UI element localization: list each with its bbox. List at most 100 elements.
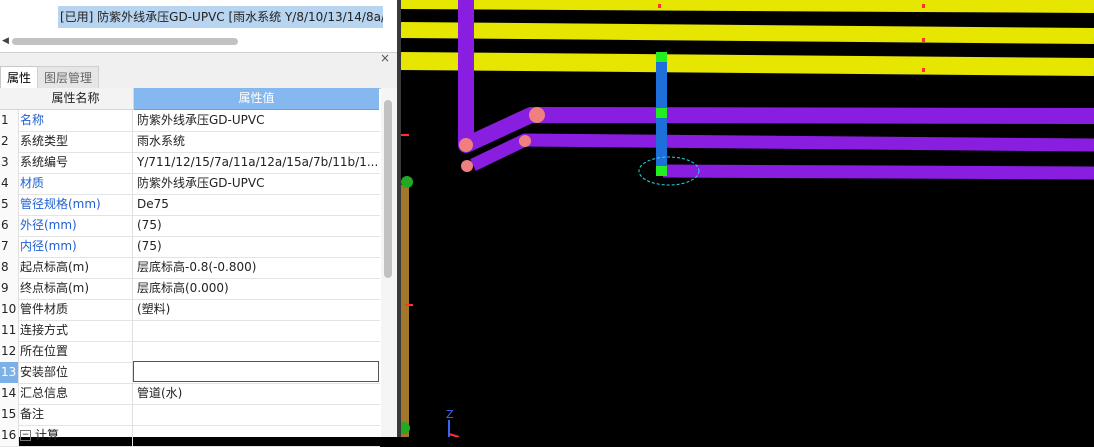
row-index: 3 (0, 152, 19, 173)
table-row[interactable]: 7 内径(mm) (75) (0, 236, 380, 258)
table-row[interactable]: 3 系统编号 Y/711/12/15/7a/11a/12a/15a/7b/11b/1… (0, 152, 380, 174)
property-value[interactable]: (75) (137, 236, 379, 257)
row-index: 4 (0, 173, 19, 194)
marker (922, 68, 925, 72)
scroll-left-icon[interactable]: ◀ (2, 35, 9, 47)
property-value[interactable]: 防紫外线承压GD-UPVC (137, 173, 379, 194)
pipe-joint (519, 135, 531, 147)
property-name: 终点标高(m) (20, 278, 133, 299)
table-row[interactable]: 12 所在位置 (0, 341, 380, 363)
property-name: 材质 (20, 173, 133, 194)
group-label: 计算 (35, 428, 60, 442)
property-name: 管件材质 (20, 299, 133, 320)
table-row[interactable]: 10 管件材质 (塑料) (0, 299, 380, 321)
property-value[interactable]: 层底标高-0.8(-0.800) (137, 257, 379, 278)
property-value[interactable]: Y/711/12/15/7a/11a/12a/15a/7b/11b/1... (137, 152, 379, 173)
tab-properties[interactable]: 属性 (0, 66, 39, 89)
property-value[interactable]: (塑料) (137, 299, 379, 320)
marker (658, 4, 661, 8)
row-index: 6 (0, 215, 19, 236)
marker (401, 134, 409, 136)
pipe-joint (461, 160, 473, 172)
row-index: 7 (0, 236, 19, 257)
property-name: 管径规格(mm) (20, 194, 133, 215)
row-index: 5 (0, 194, 19, 215)
row-index: 14 (0, 383, 19, 404)
vertical-scrollbar[interactable] (381, 88, 397, 437)
property-name: 外径(mm) (20, 215, 133, 236)
table-row-group[interactable]: 16− 计算 (0, 425, 380, 447)
property-value[interactable]: 管道(水) (137, 383, 379, 404)
property-value[interactable]: 雨水系统 (137, 131, 379, 152)
property-name: − 计算 (20, 425, 133, 446)
table-row[interactable]: 4 材质 防紫外线承压GD-UPVC (0, 173, 380, 195)
selection-node[interactable] (656, 166, 667, 176)
property-name: 名称 (20, 110, 133, 131)
property-name: 连接方式 (20, 320, 133, 341)
row-index: 11 (0, 320, 19, 341)
table-row[interactable]: 5 管径规格(mm) De75 (0, 194, 380, 216)
row-index: 16 (0, 425, 19, 446)
value-column-header: 属性值 (134, 88, 379, 110)
yellow-pipe[interactable] (400, 52, 1094, 76)
property-value[interactable] (137, 320, 379, 341)
property-name: 安装部位 (20, 362, 133, 383)
marker (922, 38, 925, 42)
horizontal-scrollbar[interactable]: ◀ (0, 35, 390, 47)
marker (405, 304, 413, 306)
properties-panel: [已用] 防紫外线承压GD-UPVC [雨水系统 Y/8/10/13/14/8a… (0, 0, 398, 447)
table-row[interactable]: 9 终点标高(m) 层底标高(0.000) (0, 278, 380, 300)
property-name: 汇总信息 (20, 383, 133, 404)
row-index: 13 (0, 362, 19, 383)
row-index: 9 (0, 278, 19, 299)
pipe-scene[interactable]: Z (398, 0, 1094, 438)
table-row[interactable]: 15 备注 (0, 404, 380, 426)
property-value[interactable] (137, 425, 379, 446)
purple-pipe[interactable] (662, 164, 1094, 180)
property-value[interactable]: 层底标高(0.000) (137, 278, 379, 299)
horizontal-scroll-thumb[interactable] (12, 38, 238, 45)
panel-tabs: 属性 图层管理 (0, 66, 398, 90)
row-index: 2 (0, 131, 19, 152)
tab-layer-management[interactable]: 图层管理 (37, 66, 100, 90)
purple-pipe[interactable] (470, 133, 1094, 171)
vertical-scroll-thumb[interactable] (384, 100, 392, 278)
pane-header: × (0, 51, 398, 67)
row-index: 12 (0, 341, 19, 362)
pipe-joint (459, 138, 473, 152)
yellow-pipe[interactable] (400, 0, 1094, 13)
table-row[interactable]: 8 起点标高(m) 层底标高-0.8(-0.800) (0, 257, 380, 279)
property-value[interactable] (137, 341, 379, 362)
property-value[interactable] (137, 404, 379, 425)
property-value[interactable]: De75 (137, 194, 379, 215)
selection-node[interactable] (656, 108, 667, 118)
row-index: 8 (0, 257, 19, 278)
collapse-icon[interactable]: − (20, 430, 31, 441)
index-column-header (0, 88, 19, 110)
property-value[interactable]: (75) (137, 215, 379, 236)
marker (922, 4, 925, 8)
property-name: 所在位置 (20, 341, 133, 362)
3d-viewport[interactable]: Z (398, 0, 1094, 438)
pipe-joint (529, 107, 545, 123)
selected-component-item[interactable]: [已用] 防紫外线承压GD-UPVC [雨水系统 Y/8/10/13/14/8a… (58, 6, 383, 28)
property-value[interactable]: 防紫外线承压GD-UPVC (137, 110, 379, 131)
row-index: 10 (0, 299, 19, 320)
close-icon[interactable]: × (380, 51, 390, 65)
table-row-selected[interactable]: 13 安装部位 (0, 361, 380, 384)
name-column-header: 属性名称 (18, 88, 134, 110)
yellow-pipe[interactable] (400, 22, 1094, 44)
node-marker (401, 176, 413, 188)
selection-node[interactable] (656, 52, 667, 62)
table-row[interactable]: 14 汇总信息 管道(水) (0, 383, 380, 405)
table-row[interactable]: 2 系统类型 雨水系统 (0, 131, 380, 153)
table-row[interactable]: 1 名称 防紫外线承压GD-UPVC (0, 110, 380, 132)
property-value-editor[interactable] (133, 361, 379, 382)
row-index: 15 (0, 404, 19, 425)
axis-label-z: Z (446, 408, 454, 421)
property-name: 系统编号 (20, 152, 133, 173)
table-row[interactable]: 6 外径(mm) (75) (0, 215, 380, 237)
property-name: 备注 (20, 404, 133, 425)
property-name: 起点标高(m) (20, 257, 133, 278)
table-row[interactable]: 11 连接方式 (0, 320, 380, 342)
